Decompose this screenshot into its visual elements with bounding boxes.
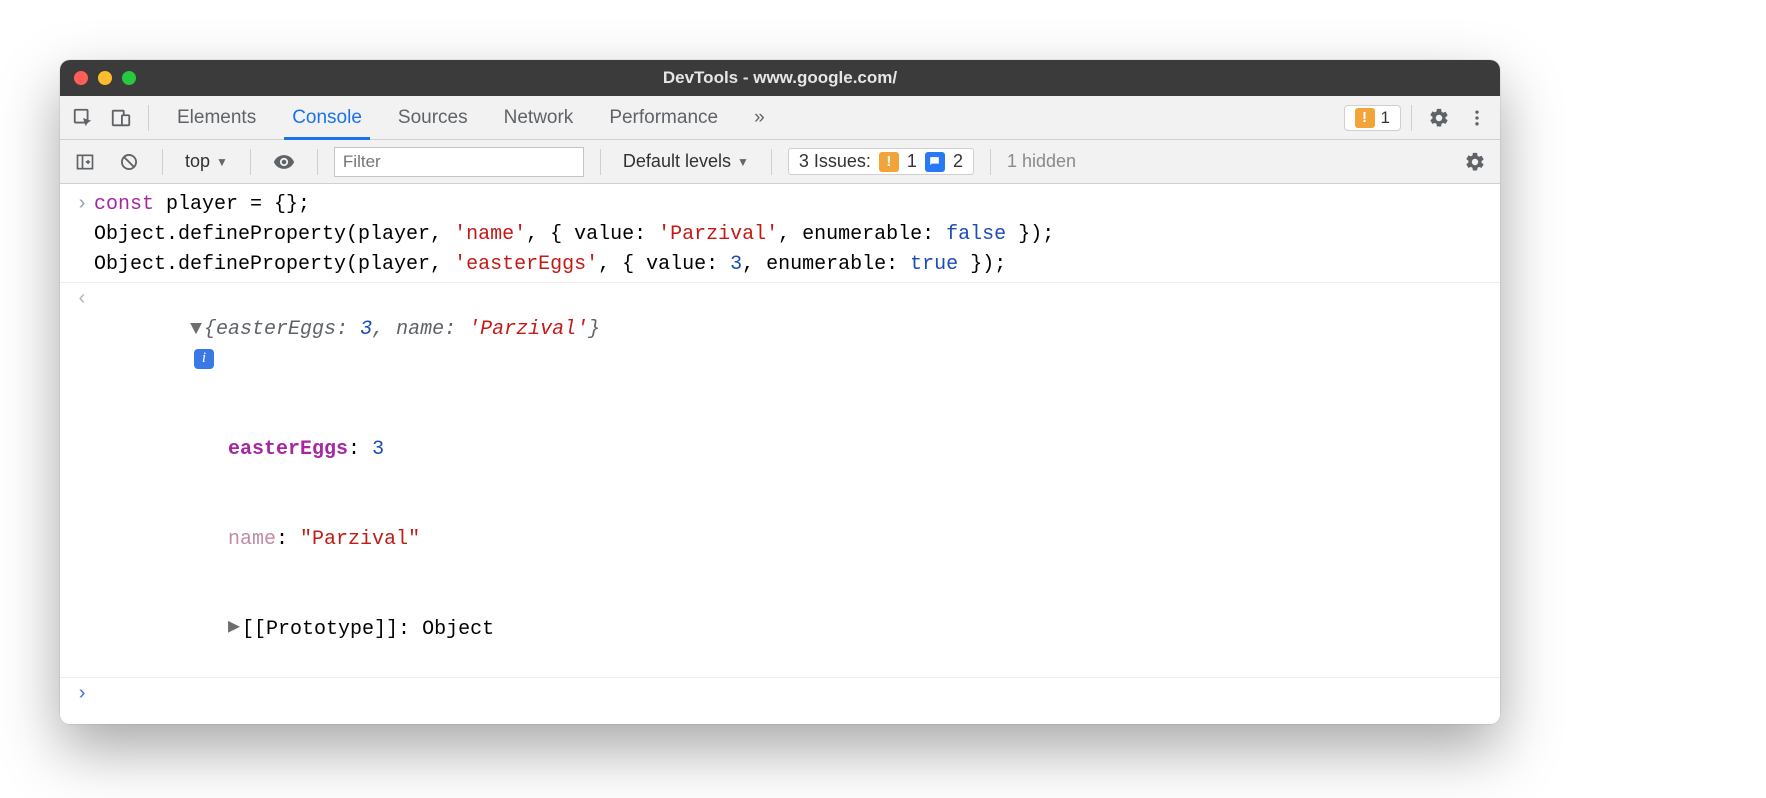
preview-brace: { (204, 318, 216, 341)
console-output-row: ‹ ▼{easterEggs: 3, name: 'Parzival'} i (60, 285, 1500, 405)
issues-label: 3 Issues: (799, 151, 871, 172)
overflow-label: » (754, 107, 765, 129)
main-tabstrip: Elements Console Sources Network Perform… (60, 96, 1500, 140)
tab-label: Elements (177, 107, 256, 129)
chevron-down-icon: ▼ (216, 155, 228, 169)
window-title: DevTools - www.google.com/ (60, 68, 1500, 88)
output-prompt-icon: ‹ (70, 285, 94, 405)
tab-label: Console (292, 107, 362, 129)
prototype-label: [[Prototype]] (242, 618, 398, 641)
console-input[interactable] (94, 680, 1490, 710)
chevron-down-icon: ▼ (737, 155, 749, 169)
info-icon[interactable]: i (194, 349, 214, 369)
expand-toggle-icon[interactable]: ▶ (228, 613, 242, 643)
divider (600, 149, 601, 175)
levels-label: Default levels (623, 151, 731, 172)
inspect-element-icon[interactable] (66, 101, 100, 135)
issues-warn-count: 1 (907, 151, 917, 172)
console-input-line: Object.defineProperty(player, 'easterEgg… (94, 250, 1490, 280)
row-separator (60, 282, 1500, 283)
window-minimize-button[interactable] (98, 71, 112, 85)
object-property-row: name: "Parzival" (60, 495, 1500, 585)
property-value: 3 (372, 438, 384, 461)
log-levels-selector[interactable]: Default levels ▼ (617, 149, 755, 174)
expand-toggle-icon[interactable]: ▼ (190, 315, 204, 345)
context-selector[interactable]: top ▼ (179, 149, 234, 174)
warnings-badge[interactable]: ! 1 (1344, 105, 1401, 131)
devtools-window: DevTools - www.google.com/ Elements Cons… (60, 60, 1500, 724)
traffic-lights (60, 71, 136, 85)
prototype-value: Object (422, 618, 494, 641)
settings-icon[interactable] (1422, 101, 1456, 135)
property-key: easterEggs (228, 438, 348, 461)
tab-sources[interactable]: Sources (380, 96, 486, 139)
console-input-row: Object.defineProperty(player, 'easterEgg… (60, 250, 1500, 280)
console-input-row: › const player = {}; (60, 190, 1500, 220)
input-prompt-icon: › (70, 680, 94, 710)
hidden-count: 1 hidden (1007, 151, 1076, 172)
show-console-sidebar-icon[interactable] (68, 145, 102, 179)
divider (317, 149, 318, 175)
preview-brace: } (588, 318, 600, 341)
window-zoom-button[interactable] (122, 71, 136, 85)
property-value: "Parzival" (300, 528, 420, 551)
preview-value: 3 (360, 318, 372, 341)
filter-input[interactable] (334, 147, 584, 177)
tabs-overflow[interactable]: » (736, 96, 783, 139)
panel-tabs: Elements Console Sources Network Perform… (159, 96, 783, 139)
tab-elements[interactable]: Elements (159, 96, 274, 139)
warning-icon: ! (879, 152, 899, 172)
clear-console-icon[interactable] (112, 145, 146, 179)
titlebar: DevTools - www.google.com/ (60, 60, 1500, 96)
divider (771, 149, 772, 175)
more-menu-icon[interactable] (1460, 101, 1494, 135)
divider (990, 149, 991, 175)
tab-label: Performance (609, 107, 718, 129)
window-close-button[interactable] (74, 71, 88, 85)
info-icon (925, 152, 945, 172)
divider (148, 105, 149, 131)
divider (250, 149, 251, 175)
preview-sep: , (372, 318, 396, 341)
row-separator (60, 677, 1500, 678)
preview-key: easterEggs: (216, 318, 348, 341)
object-preview[interactable]: ▼{easterEggs: 3, name: 'Parzival'} i (94, 285, 1490, 405)
tab-performance[interactable]: Performance (591, 96, 736, 139)
tab-label: Network (504, 107, 574, 129)
tab-label: Sources (398, 107, 468, 129)
console-prompt-row[interactable]: › (60, 680, 1500, 710)
console-settings-icon[interactable] (1458, 145, 1492, 179)
tab-console[interactable]: Console (274, 96, 380, 139)
console-input-line: Object.defineProperty(player, 'name', { … (94, 220, 1490, 250)
tab-network[interactable]: Network (486, 96, 592, 139)
console-toolbar: top ▼ Default levels ▼ 3 Issues: ! 1 2 1… (60, 140, 1500, 184)
live-expression-icon[interactable] (267, 145, 301, 179)
property-key: name (228, 528, 276, 551)
warning-icon: ! (1355, 108, 1375, 128)
context-label: top (185, 151, 210, 172)
warnings-count: 1 (1381, 108, 1390, 128)
console-input-row: Object.defineProperty(player, 'name', { … (60, 220, 1500, 250)
divider (1411, 105, 1412, 131)
input-prompt-icon: › (70, 190, 94, 220)
preview-value: 'Parzival' (468, 318, 588, 341)
device-toolbar-icon[interactable] (104, 101, 138, 135)
console-output: › const player = {}; Object.defineProper… (60, 184, 1500, 724)
object-property-row: easterEggs: 3 (60, 405, 1500, 495)
console-input-line: const player = {}; (94, 190, 1490, 220)
issues-info-count: 2 (953, 151, 963, 172)
issues-counter[interactable]: 3 Issues: ! 1 2 (788, 148, 974, 175)
preview-key: name: (396, 318, 456, 341)
object-prototype-row[interactable]: ▶[[Prototype]]: Object (60, 585, 1500, 675)
divider (162, 149, 163, 175)
